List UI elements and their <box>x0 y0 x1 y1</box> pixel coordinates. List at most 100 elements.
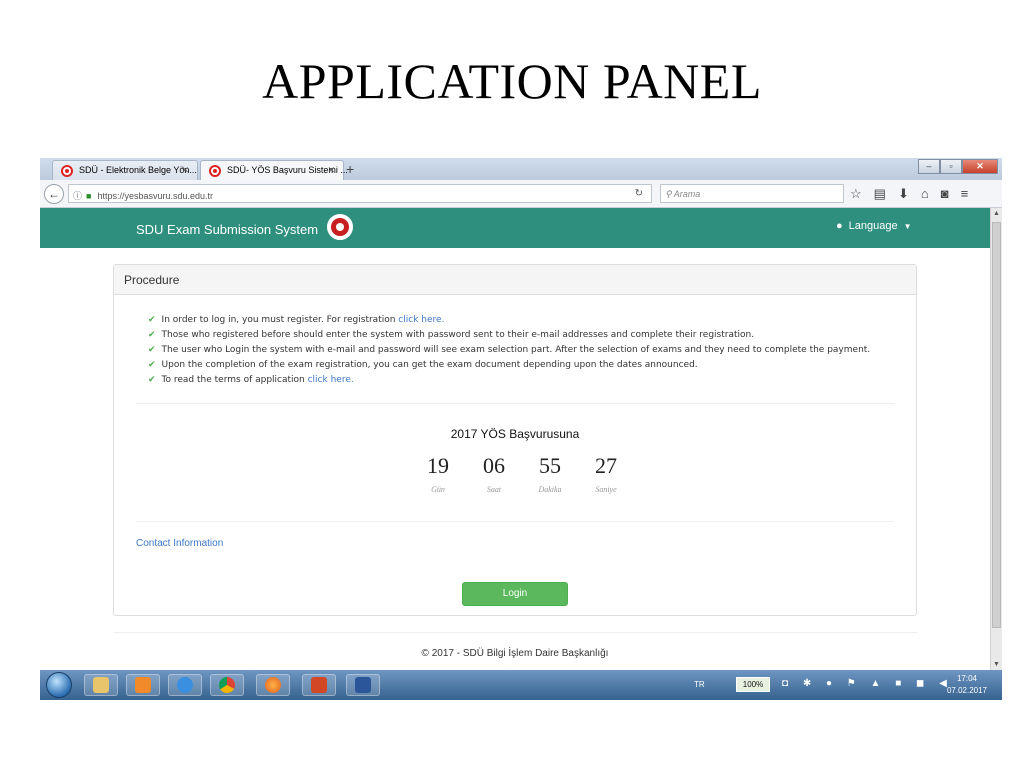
check-icon: ✔ <box>148 360 156 370</box>
download-icon[interactable]: ⬇ <box>898 186 909 202</box>
navigation-bar: ← ⓘ ■ https://yesbasvuru.sdu.edu.tr ↻ ⚲ Ar… <box>40 180 1002 208</box>
internet-explorer-taskbar-icon[interactable] <box>168 674 202 696</box>
address-bar[interactable]: ⓘ ■ https://yesbasvuru.sdu.edu.tr ↻ <box>68 184 652 203</box>
sdu-favicon-icon <box>209 165 221 177</box>
battery-indicator[interactable]: 100% <box>736 677 770 692</box>
tab-yos-basvuru[interactable]: SDÜ- YÖS Başvuru Sistemi ... ✕ <box>200 160 348 180</box>
windows-taskbar: TR 100% ◘ ✱ ● ⚑ ▲ ■ ◼ ◀ 17:04 07.02.2017 <box>40 670 1002 700</box>
maximize-icon[interactable]: ▫ <box>940 159 962 174</box>
minimize-icon[interactable]: – <box>918 159 940 174</box>
chrome-icon <box>219 677 235 693</box>
procedure-list: ✔ In order to log in, you must register. … <box>148 315 870 390</box>
site-brand[interactable]: SDU Exam Submission System <box>136 222 318 237</box>
scroll-up-icon[interactable]: ▲ <box>993 210 1000 217</box>
bookmark-star-icon[interactable]: ☆ <box>850 186 862 202</box>
countdown-title: 2017 YÖS Başvurusuna <box>450 427 580 441</box>
item-text: To read the terms of application <box>161 375 308 385</box>
clock-date: 07.02.2017 <box>946 686 988 695</box>
contact-information-link[interactable]: Contact Information <box>136 538 223 549</box>
university-seal-icon <box>327 214 353 240</box>
item-text: Upon the completion of the exam registra… <box>161 360 698 370</box>
globe-icon: ● <box>836 220 843 232</box>
panel-heading: Procedure <box>114 265 916 295</box>
tab-bar: SDÜ - Elektronik Belge Yön... ✕ SDÜ- YÖS… <box>40 158 1002 180</box>
divider <box>136 521 894 522</box>
new-tab-button[interactable]: + <box>346 161 354 177</box>
countdown-days: 19 Gün <box>416 453 460 494</box>
search-input[interactable]: ⚲ Arama <box>660 184 844 203</box>
caret-down-icon: ▼ <box>903 222 912 231</box>
system-clock[interactable]: 17:04 07.02.2017 <box>940 673 994 697</box>
window-controls: – ▫ ✕ <box>918 159 998 174</box>
menu-icon[interactable]: ≡ <box>961 186 969 202</box>
list-item: ✔ Upon the completion of the exam registr… <box>148 360 870 375</box>
clock-time: 17:04 <box>956 674 978 683</box>
word-taskbar-icon[interactable] <box>346 674 380 696</box>
divider <box>136 403 894 404</box>
tray-icons[interactable]: ◘ ✱ ● ⚑ ▲ ■ ◼ ◀ <box>782 678 953 689</box>
search-placeholder: Arama <box>673 189 701 199</box>
slide-title: APPLICATION PANEL <box>262 53 762 109</box>
folder-icon <box>93 677 109 693</box>
start-button-icon[interactable] <box>46 672 72 698</box>
input-language[interactable]: TR <box>694 680 705 689</box>
countdown-label: Saat <box>486 485 502 494</box>
search-icon: ⚲ <box>665 189 674 199</box>
countdown-label: Saniye <box>595 485 617 494</box>
web-page: SDU Exam Submission System ● Language ▼ Pr… <box>40 208 990 670</box>
reload-icon[interactable]: ↻ <box>635 188 643 199</box>
scroll-down-icon[interactable]: ▼ <box>993 661 1000 668</box>
media-player-taskbar-icon[interactable] <box>126 674 160 696</box>
firefox-icon <box>265 677 281 693</box>
procedure-panel: Procedure ✔ In order to log in, you must … <box>113 264 917 616</box>
countdown-hours: 06 Saat <box>472 453 516 494</box>
countdown-value: 55 <box>539 453 561 478</box>
divider <box>113 632 917 633</box>
countdown-value: 27 <box>595 453 617 478</box>
explorer-taskbar-icon[interactable] <box>84 674 118 696</box>
lock-icon: ■ <box>86 191 92 201</box>
page-footer: © 2017 - SDÜ Bilgi İşlem Daire Başkanlığ… <box>421 648 609 659</box>
powerpoint-icon <box>311 677 327 693</box>
countdown-label: Gün <box>431 485 445 494</box>
toolbar-icons: ☆ ▤ ⬇ ⌂ ◙ ≡ <box>850 186 968 202</box>
chrome-taskbar-icon[interactable] <box>210 674 244 696</box>
terms-link[interactable]: click here. <box>308 375 354 385</box>
close-tab-icon[interactable]: ✕ <box>327 165 335 176</box>
home-icon[interactable]: ⌂ <box>921 186 929 202</box>
powerpoint-taskbar-icon[interactable] <box>302 674 336 696</box>
language-dropdown[interactable]: ● Language ▼ <box>836 220 912 232</box>
close-window-icon[interactable]: ✕ <box>962 159 998 174</box>
pocket-icon[interactable]: ◙ <box>941 186 949 202</box>
info-icon[interactable]: ⓘ <box>73 191 82 201</box>
clipboard-icon[interactable]: ▤ <box>874 186 886 202</box>
list-item: ✔ Those who registered before should ente… <box>148 330 870 345</box>
list-item: ✔ The user who Login the system with e-ma… <box>148 345 870 360</box>
login-button[interactable]: Login <box>462 582 568 606</box>
media-player-icon <box>135 677 151 693</box>
ie-icon <box>177 677 193 693</box>
registration-link[interactable]: click here. <box>398 315 444 325</box>
list-item: ✔ To read the terms of application click … <box>148 375 870 390</box>
scrollbar-thumb[interactable] <box>992 222 1001 628</box>
site-header: SDU Exam Submission System ● Language ▼ <box>40 208 990 248</box>
countdown-value: 19 <box>427 453 449 478</box>
firefox-taskbar-icon[interactable] <box>256 674 290 696</box>
close-tab-icon[interactable]: ✕ <box>181 165 189 176</box>
countdown-timer: 19 Gün 06 Saat 55 Dakika 27 Saniye <box>416 453 628 494</box>
word-icon <box>355 677 371 693</box>
item-text: The user who Login the system with e-mai… <box>161 345 871 355</box>
vertical-scrollbar[interactable]: ▲ ▼ <box>990 208 1002 670</box>
check-icon: ✔ <box>148 330 156 340</box>
item-text: In order to log in, you must register. F… <box>161 315 399 325</box>
tab-elektronik-belge[interactable]: SDÜ - Elektronik Belge Yön... ✕ <box>52 160 198 180</box>
browser-screenshot: SDÜ - Elektronik Belge Yön... ✕ SDÜ- YÖS… <box>40 158 1002 700</box>
check-icon: ✔ <box>148 375 156 385</box>
tab-label: SDÜ - Elektronik Belge Yön... <box>79 165 197 175</box>
item-text: Those who registered before should enter… <box>161 330 755 340</box>
countdown-label: Dakika <box>538 485 562 494</box>
back-arrow-icon[interactable]: ← <box>44 184 64 204</box>
check-icon: ✔ <box>148 315 156 325</box>
countdown-value: 06 <box>483 453 505 478</box>
check-icon: ✔ <box>148 345 156 355</box>
